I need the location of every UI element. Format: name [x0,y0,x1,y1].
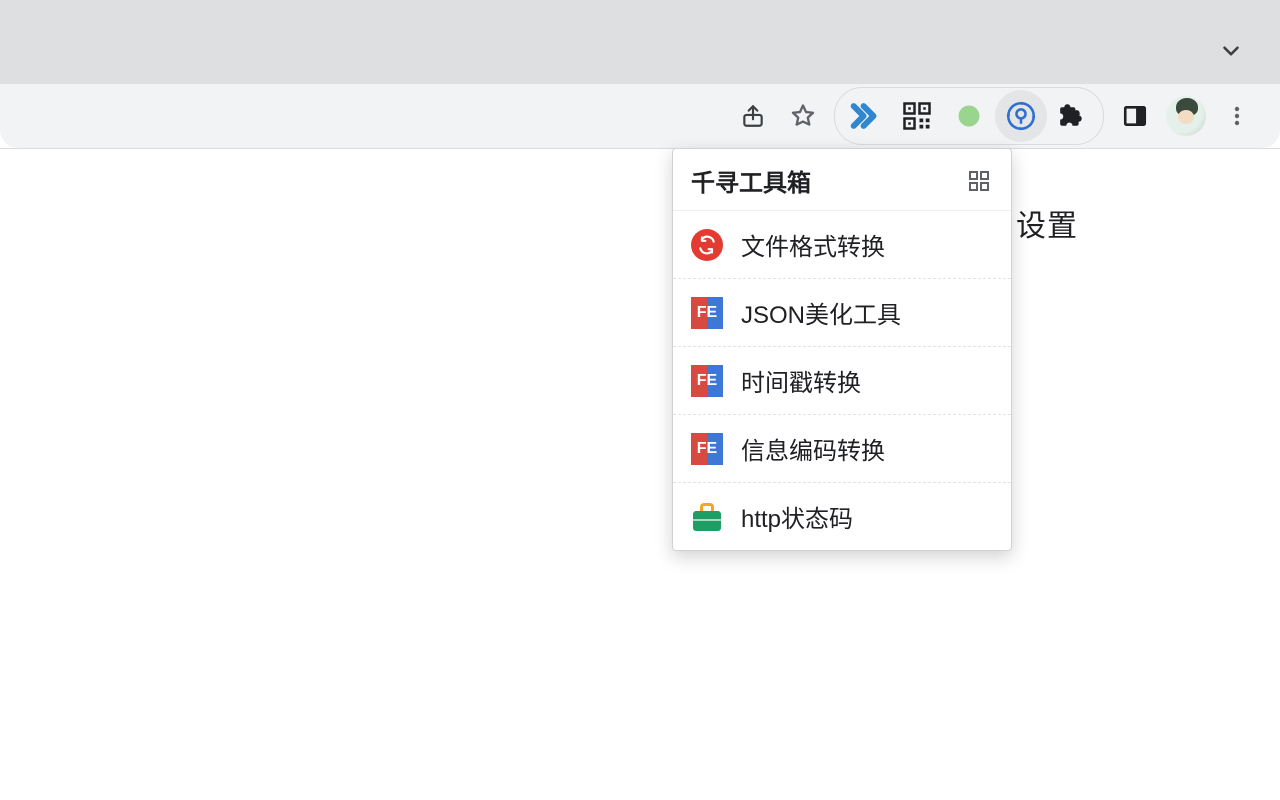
extension-qrcode-icon[interactable] [891,90,943,142]
convert-icon [691,229,723,261]
tool-label: JSON美化工具 [741,295,901,330]
briefcase-icon [691,501,723,533]
kebab-menu-button[interactable] [1216,95,1258,137]
tool-timestamp-convert[interactable]: FE 时间戳转换 [673,347,1011,415]
share-button[interactable] [732,95,774,137]
profile-avatar[interactable] [1166,96,1206,136]
tab-list-button[interactable] [1218,38,1244,64]
pinned-extensions-group [834,87,1104,145]
extension-qianxun-toolbox-icon[interactable] [995,90,1047,142]
page-hint-text: 设置 [1016,201,1078,245]
extensions-puzzle-icon[interactable] [1047,90,1099,142]
tool-label: 文件格式转换 [741,227,885,262]
popup-header: 千寻工具箱 [673,149,1011,211]
tool-encoding-convert[interactable]: FE 信息编码转换 [673,415,1011,483]
side-panel-button[interactable] [1114,95,1156,137]
tool-label: http状态码 [741,499,853,534]
page-content: 设置 [0,148,1280,800]
tool-label: 信息编码转换 [741,431,885,466]
tool-http-status-codes[interactable]: http状态码 [673,483,1011,550]
fe-icon: FE [691,297,723,329]
popup-tool-list: 文件格式转换 FE JSON美化工具 FE 时间戳转换 FE 信息编码转换 ht… [673,211,1011,550]
tool-json-beautify[interactable]: FE JSON美化工具 [673,279,1011,347]
popup-grid-view-button[interactable] [965,167,993,195]
fe-icon: FE [691,365,723,397]
tool-file-format-convert[interactable]: 文件格式转换 [673,211,1011,279]
extension-forward-icon[interactable] [839,90,891,142]
tool-label: 时间戳转换 [741,363,861,398]
extension-green-dot-icon[interactable] [943,90,995,142]
bookmark-star-button[interactable] [782,95,824,137]
popup-title: 千寻工具箱 [691,163,811,198]
fe-icon: FE [691,433,723,465]
tab-strip [0,0,1280,84]
extension-popup: 千寻工具箱 文件格式转换 FE JSON美化工具 FE 时间戳转换 [672,148,1012,551]
browser-toolbar [0,84,1280,148]
